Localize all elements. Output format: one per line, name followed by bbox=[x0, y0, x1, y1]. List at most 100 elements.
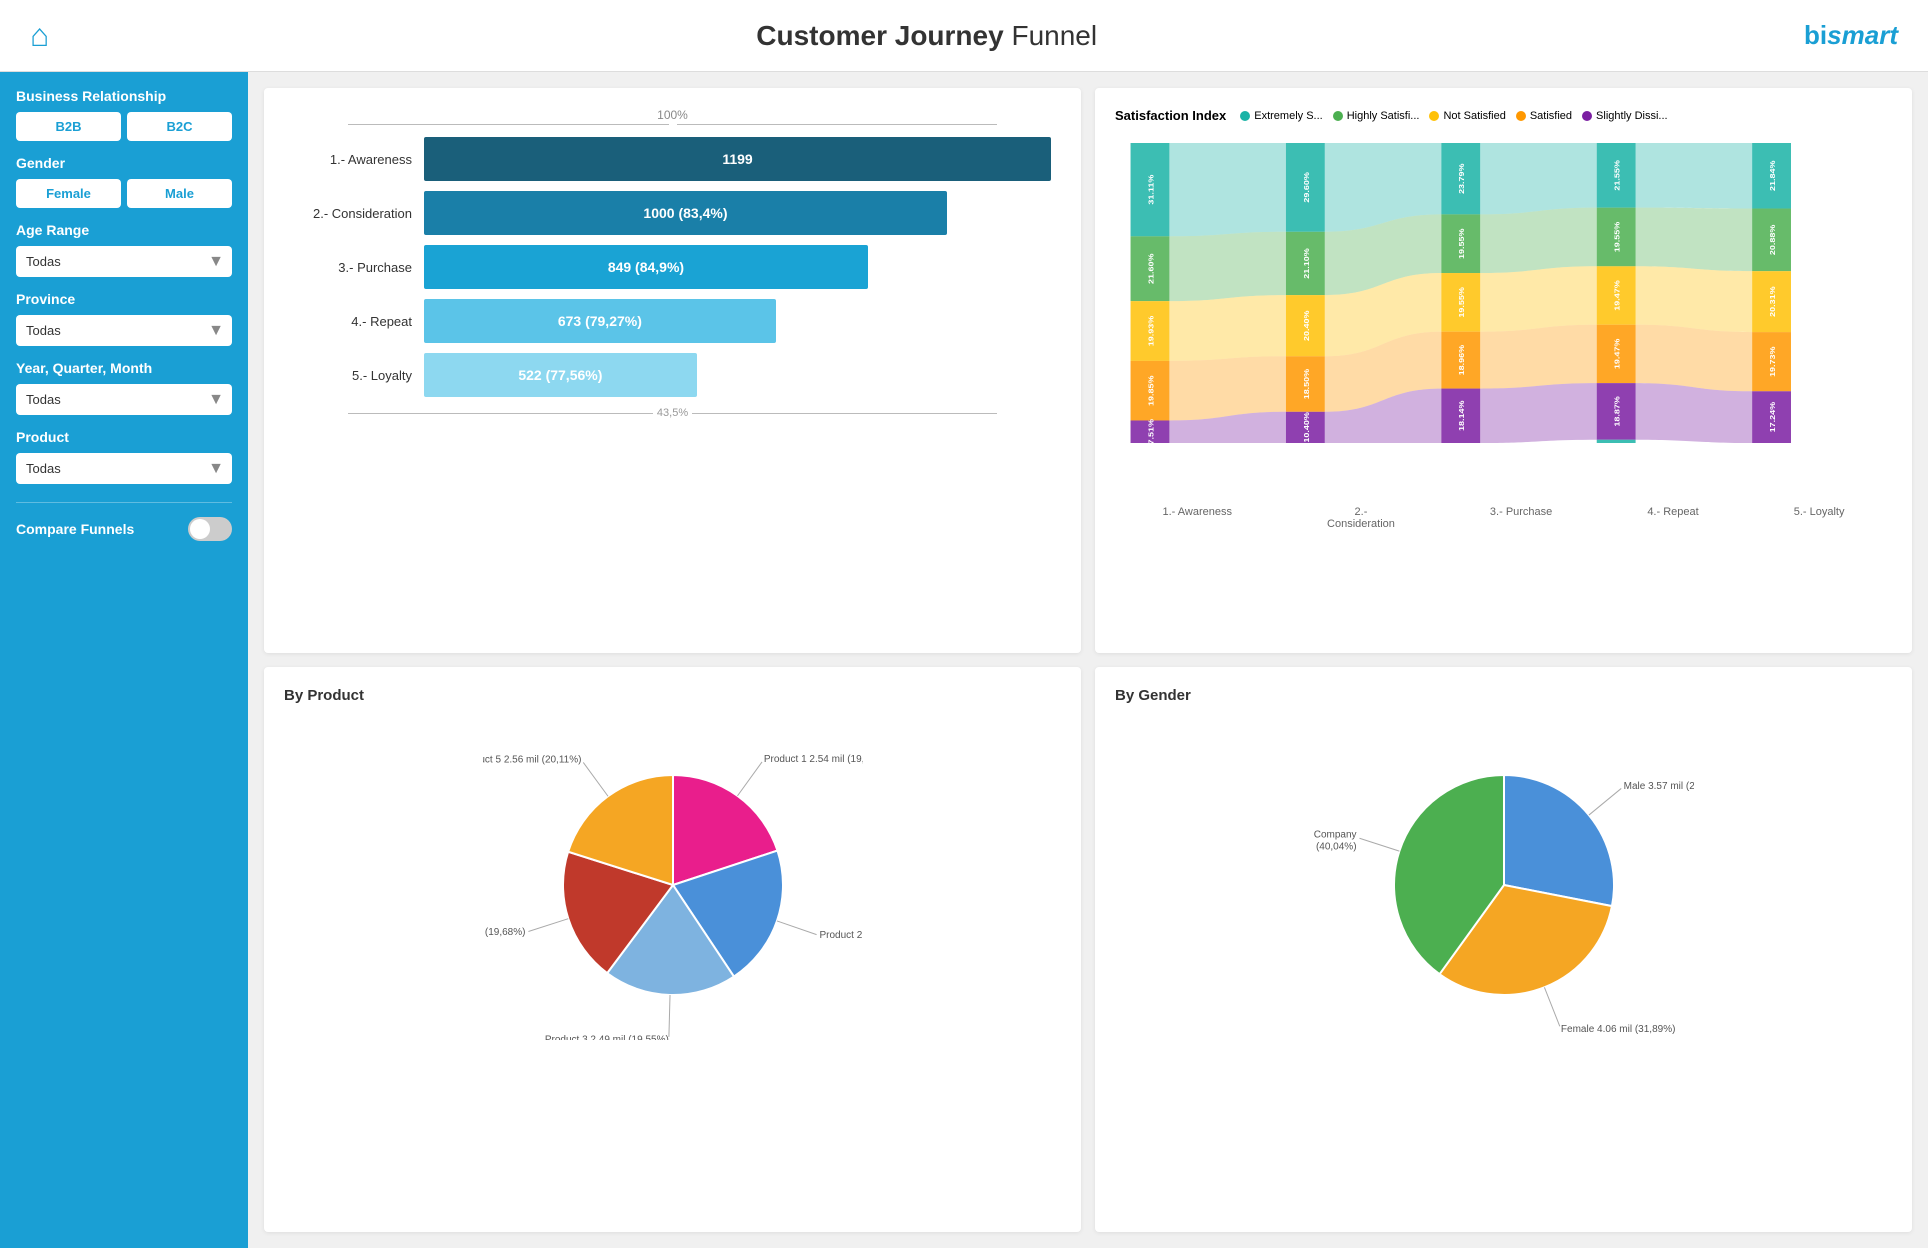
svg-text:19.47%: 19.47% bbox=[1612, 338, 1621, 369]
sankey-stage-label: 4.- Repeat bbox=[1647, 506, 1698, 530]
content-area: 100% 1.- Awareness 1199 2.- Consideratio… bbox=[248, 72, 1928, 1248]
funnel-bar-wrap: 1199 bbox=[424, 137, 1051, 181]
sankey-stage-labels: 1.- Awareness2.- Consideration3.- Purcha… bbox=[1115, 506, 1892, 530]
sankey-stage-label: 3.- Purchase bbox=[1490, 506, 1552, 530]
pie-label-line bbox=[1544, 987, 1559, 1026]
female-button[interactable]: Female bbox=[16, 179, 121, 208]
funnel-row: 3.- Purchase 849 (84,9%) bbox=[294, 245, 1051, 289]
pie-label: Product 1 2.54 mil (19,93%) bbox=[763, 754, 862, 765]
pie-label: Product 2 2.64 mil (20,72%) bbox=[819, 930, 862, 941]
svg-text:21.84%: 21.84% bbox=[1768, 160, 1777, 191]
svg-text:18.96%: 18.96% bbox=[1457, 344, 1466, 375]
pie-label-line bbox=[668, 995, 669, 1037]
funnel-row-label: 1.- Awareness bbox=[294, 152, 424, 167]
funnel-top-line bbox=[284, 124, 1061, 125]
b2b-button[interactable]: B2B bbox=[16, 112, 121, 141]
legend-label: Not Satisfied bbox=[1443, 110, 1505, 122]
toggle-knob bbox=[190, 519, 210, 539]
product-label: Product bbox=[16, 429, 232, 445]
legend-dot bbox=[1240, 111, 1250, 121]
funnel-row: 5.- Loyalty 522 (77,56%) bbox=[294, 353, 1051, 397]
legend-label: Slightly Dissi... bbox=[1596, 110, 1668, 122]
year-quarter-month-select[interactable]: Todas bbox=[16, 384, 232, 415]
title-bold: Customer Journey bbox=[756, 20, 1003, 51]
compare-funnels-label: Compare Funnels bbox=[16, 521, 134, 537]
province-select[interactable]: Todas bbox=[16, 315, 232, 346]
svg-text:18.87%: 18.87% bbox=[1612, 396, 1621, 427]
pie-label: Male 3.57 mil (28,07%) bbox=[1623, 781, 1693, 792]
svg-text:20.88%: 20.88% bbox=[1768, 224, 1777, 255]
legend-item: Extremely S... bbox=[1240, 110, 1322, 122]
sankey-stage-label: 5.- Loyalty bbox=[1794, 506, 1845, 530]
main-layout: Business Relationship B2B B2C Gender Fem… bbox=[0, 72, 1928, 1248]
svg-text:10.40%: 10.40% bbox=[1301, 412, 1310, 443]
svg-text:19.73%: 19.73% bbox=[1768, 346, 1777, 377]
legend-dot bbox=[1582, 111, 1592, 121]
svg-text:18.50%: 18.50% bbox=[1301, 368, 1310, 399]
funnel-bar-wrap: 1000 (83,4%) bbox=[424, 191, 1051, 235]
svg-text:19.93%: 19.93% bbox=[1146, 315, 1155, 346]
funnel-bar-wrap: 673 (79,27%) bbox=[424, 299, 1051, 343]
sankey-svg: 31.11%21.60%19.93%19.85%7.51%29.60%21.10… bbox=[1115, 133, 1892, 493]
funnel-panel: 100% 1.- Awareness 1199 2.- Consideratio… bbox=[264, 88, 1081, 653]
svg-text:20.31%: 20.31% bbox=[1768, 286, 1777, 317]
legend-item: Not Satisfied bbox=[1429, 110, 1505, 122]
business-relationship-label: Business Relationship bbox=[16, 88, 232, 104]
age-range-select[interactable]: Todas bbox=[16, 246, 232, 277]
year-quarter-month-select-wrap: Todas ▼ bbox=[16, 384, 232, 415]
funnel-bar-wrap: 522 (77,56%) bbox=[424, 353, 1051, 397]
gender-label: Gender bbox=[16, 155, 232, 171]
legend-item: Highly Satisfi... bbox=[1333, 110, 1420, 122]
pie-label-line bbox=[737, 762, 762, 796]
funnel-row: 2.- Consideration 1000 (83,4%) bbox=[294, 191, 1051, 235]
funnel-row-label: 2.- Consideration bbox=[294, 206, 424, 221]
product-select[interactable]: Todas bbox=[16, 453, 232, 484]
sankey-legend: Satisfaction Index Extremely S... Highly … bbox=[1115, 108, 1892, 123]
pie-slice bbox=[1504, 775, 1614, 906]
svg-text:19.85%: 19.85% bbox=[1146, 375, 1155, 406]
svg-text:18.14%: 18.14% bbox=[1457, 400, 1466, 431]
business-relationship-group: B2B B2C bbox=[16, 112, 232, 141]
home-icon[interactable]: ⌂ bbox=[30, 17, 49, 54]
logo-bi: bi bbox=[1804, 20, 1827, 50]
gender-group: Female Male bbox=[16, 179, 232, 208]
sankey-svg-wrap: 31.11%21.60%19.93%19.85%7.51%29.60%21.10… bbox=[1115, 133, 1892, 530]
b2c-button[interactable]: B2C bbox=[127, 112, 232, 141]
funnel-percent-top: 100% bbox=[284, 108, 1061, 122]
legend-dot bbox=[1429, 111, 1439, 121]
compare-funnels-toggle[interactable] bbox=[188, 517, 232, 541]
province-select-wrap: Todas ▼ bbox=[16, 315, 232, 346]
pie-label: Product 4 2.51 mil (19,68%) bbox=[483, 927, 525, 938]
funnel-bottom-line: 43,5% bbox=[284, 407, 1061, 419]
product-select-wrap: Todas ▼ bbox=[16, 453, 232, 484]
satisfaction-title: Satisfaction Index bbox=[1115, 108, 1226, 123]
funnel-top-left-line bbox=[348, 124, 669, 125]
funnel-bar: 849 (84,9%) bbox=[424, 245, 868, 289]
funnel-row-label: 4.- Repeat bbox=[294, 314, 424, 329]
funnel-bar: 522 (77,56%) bbox=[424, 353, 697, 397]
svg-text:29.60%: 29.60% bbox=[1301, 172, 1310, 203]
gender-pie-chart: Male 3.57 mil (28,07%)Female 4.06 mil (3… bbox=[1314, 720, 1694, 1040]
legend-label: Satisfied bbox=[1530, 110, 1572, 122]
funnel-bar: 673 (79,27%) bbox=[424, 299, 776, 343]
svg-text:21.60%: 21.60% bbox=[1146, 253, 1155, 284]
by-product-panel: By Product Product 1 2.54 mil (19,93%)Pr… bbox=[264, 667, 1081, 1232]
svg-text:17.24%: 17.24% bbox=[1768, 401, 1777, 432]
funnel-bottom-right-line bbox=[692, 413, 997, 414]
legend-item: Satisfied bbox=[1516, 110, 1572, 122]
header: ⌂ Customer Journey Funnel bismart bbox=[0, 0, 1928, 72]
funnel-percent-bottom: 43,5% bbox=[657, 407, 688, 419]
male-button[interactable]: Male bbox=[127, 179, 232, 208]
svg-text:7.51%: 7.51% bbox=[1146, 418, 1155, 444]
pie-label-line bbox=[1588, 788, 1620, 815]
year-quarter-month-label: Year, Quarter, Month bbox=[16, 360, 232, 376]
legend-dot bbox=[1516, 111, 1526, 121]
funnel-row-label: 3.- Purchase bbox=[294, 260, 424, 275]
svg-text:21.10%: 21.10% bbox=[1301, 248, 1310, 279]
funnel-row: 1.- Awareness 1199 bbox=[294, 137, 1051, 181]
svg-text:19.55%: 19.55% bbox=[1612, 221, 1621, 252]
product-pie-chart: Product 1 2.54 mil (19,93%) Product 2 2.6… bbox=[483, 720, 863, 1040]
pie-label-line bbox=[528, 919, 568, 932]
sankey-legend-items: Extremely S... Highly Satisfi... Not Satis… bbox=[1240, 110, 1667, 122]
sankey-panel: Satisfaction Index Extremely S... Highly … bbox=[1095, 88, 1912, 653]
